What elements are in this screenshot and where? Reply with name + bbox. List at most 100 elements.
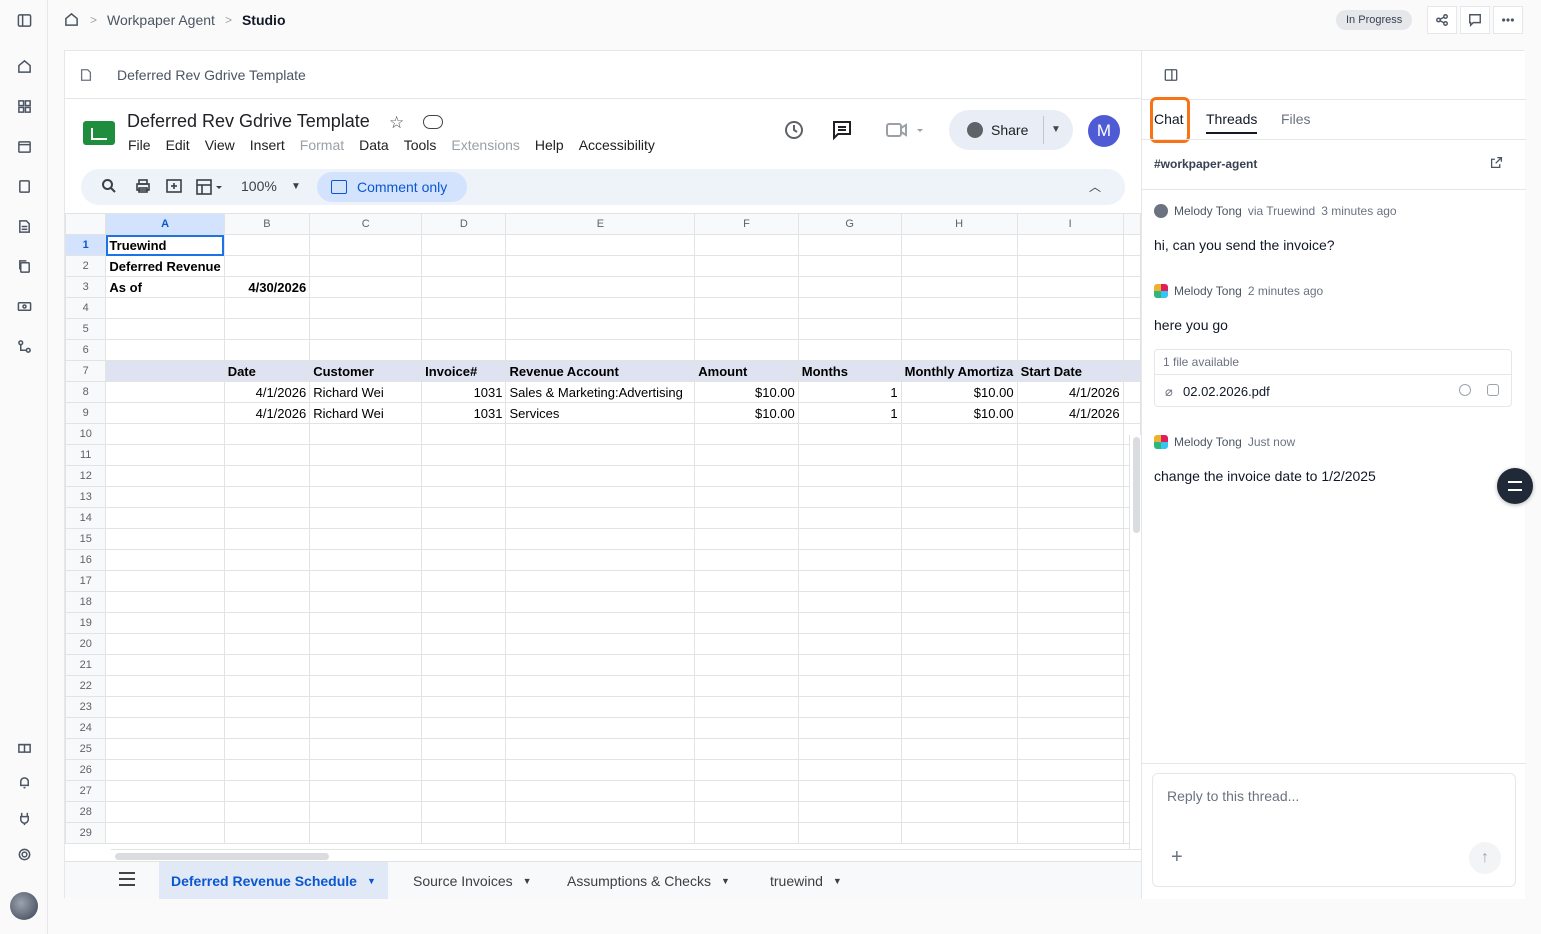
cell[interactable]: [223, 654, 311, 676]
sheet-tab-assumptions-checks[interactable]: Assumptions & Checks ▼: [555, 862, 742, 899]
row-header[interactable]: 19: [65, 612, 107, 634]
cell[interactable]: [223, 759, 311, 781]
cell[interactable]: [900, 675, 1018, 697]
cell[interactable]: [223, 339, 311, 361]
cell[interactable]: [797, 444, 902, 466]
row-header[interactable]: 20: [65, 633, 107, 655]
cell[interactable]: [900, 591, 1018, 613]
cell[interactable]: [797, 801, 902, 823]
cell[interactable]: [505, 780, 696, 802]
cell[interactable]: [505, 486, 696, 508]
cell[interactable]: $10.00: [900, 402, 1018, 424]
cell[interactable]: [223, 633, 311, 655]
cell[interactable]: [694, 696, 799, 718]
cell[interactable]: [421, 549, 507, 571]
more-options-icon[interactable]: [1493, 6, 1523, 34]
cell[interactable]: [694, 738, 799, 760]
cell[interactable]: [309, 654, 423, 676]
money-icon[interactable]: [14, 296, 34, 316]
menu-item-edit[interactable]: Edit: [166, 137, 190, 153]
cell[interactable]: [309, 318, 423, 340]
cell[interactable]: [797, 276, 902, 298]
cell[interactable]: [797, 696, 902, 718]
home-icon[interactable]: [14, 56, 34, 76]
cell[interactable]: [694, 633, 799, 655]
cell[interactable]: 1: [797, 381, 902, 403]
cell[interactable]: [900, 255, 1018, 277]
row-header[interactable]: 18: [65, 591, 107, 613]
cell[interactable]: [421, 255, 507, 277]
cell[interactable]: [505, 633, 696, 655]
row-header[interactable]: 1: [65, 234, 107, 256]
chevron-down-icon[interactable]: ▼: [367, 876, 376, 886]
cell[interactable]: [309, 423, 423, 445]
cell[interactable]: [505, 801, 696, 823]
cell[interactable]: 1031: [421, 402, 507, 424]
cell[interactable]: [421, 717, 507, 739]
cell[interactable]: [505, 255, 696, 277]
cell[interactable]: [309, 696, 423, 718]
cell[interactable]: [900, 654, 1018, 676]
cell[interactable]: [1016, 507, 1124, 529]
cell[interactable]: Amount: [694, 360, 799, 382]
cell[interactable]: [105, 381, 225, 403]
column-header[interactable]: [1122, 213, 1141, 235]
cell[interactable]: [797, 339, 902, 361]
cell[interactable]: 4/30/2026: [223, 276, 311, 298]
cell[interactable]: [223, 738, 311, 760]
cell[interactable]: [421, 738, 507, 760]
cell[interactable]: [421, 675, 507, 697]
cell[interactable]: [797, 549, 902, 571]
cell[interactable]: [105, 486, 225, 508]
breadcrumb-workpaper-agent[interactable]: Workpaper Agent: [107, 12, 215, 28]
cell[interactable]: [309, 339, 423, 361]
cell[interactable]: Services: [505, 402, 696, 424]
menu-item-format[interactable]: Format: [300, 137, 344, 153]
cell[interactable]: [900, 612, 1018, 634]
table-icon[interactable]: [195, 178, 225, 199]
column-header[interactable]: B: [223, 213, 311, 235]
meet-icon[interactable]: [885, 119, 925, 146]
comment-icon[interactable]: [1460, 6, 1490, 34]
cell[interactable]: [223, 780, 311, 802]
horizontal-scrollbar[interactable]: [111, 849, 1141, 861]
cell[interactable]: [421, 234, 507, 256]
cell[interactable]: [1016, 465, 1124, 487]
cell[interactable]: [309, 717, 423, 739]
cell[interactable]: [900, 339, 1018, 361]
row-header[interactable]: 29: [65, 822, 107, 844]
cell[interactable]: [1016, 822, 1124, 844]
cell[interactable]: [797, 780, 902, 802]
menu-item-tools[interactable]: Tools: [404, 137, 437, 153]
cell[interactable]: 4/1/2026: [1016, 402, 1124, 424]
cell[interactable]: [797, 654, 902, 676]
cell[interactable]: [105, 780, 225, 802]
cell[interactable]: [223, 255, 311, 277]
cell[interactable]: [900, 549, 1018, 571]
cell[interactable]: [1016, 339, 1124, 361]
cell[interactable]: [694, 465, 799, 487]
cell[interactable]: [1016, 696, 1124, 718]
add-comment-icon[interactable]: [165, 178, 183, 199]
row-header[interactable]: 2: [65, 255, 107, 277]
cell[interactable]: [797, 318, 902, 340]
cell[interactable]: [797, 591, 902, 613]
cell[interactable]: [223, 591, 311, 613]
cell[interactable]: [421, 801, 507, 823]
cell[interactable]: [223, 507, 311, 529]
cell[interactable]: [900, 465, 1018, 487]
cell[interactable]: [105, 465, 225, 487]
cell[interactable]: [223, 696, 311, 718]
cell[interactable]: [309, 549, 423, 571]
cell[interactable]: [900, 444, 1018, 466]
cell[interactable]: [900, 276, 1018, 298]
cell[interactable]: 4/1/2026: [1016, 381, 1124, 403]
cell[interactable]: [1122, 381, 1141, 403]
cell[interactable]: 1031: [421, 381, 507, 403]
chevron-down-icon[interactable]: ▼: [523, 876, 532, 886]
cell[interactable]: Date: [223, 360, 311, 382]
column-header[interactable]: I: [1016, 213, 1124, 235]
gift-icon[interactable]: [14, 736, 34, 756]
cell[interactable]: [505, 738, 696, 760]
row-header[interactable]: 16: [65, 549, 107, 571]
